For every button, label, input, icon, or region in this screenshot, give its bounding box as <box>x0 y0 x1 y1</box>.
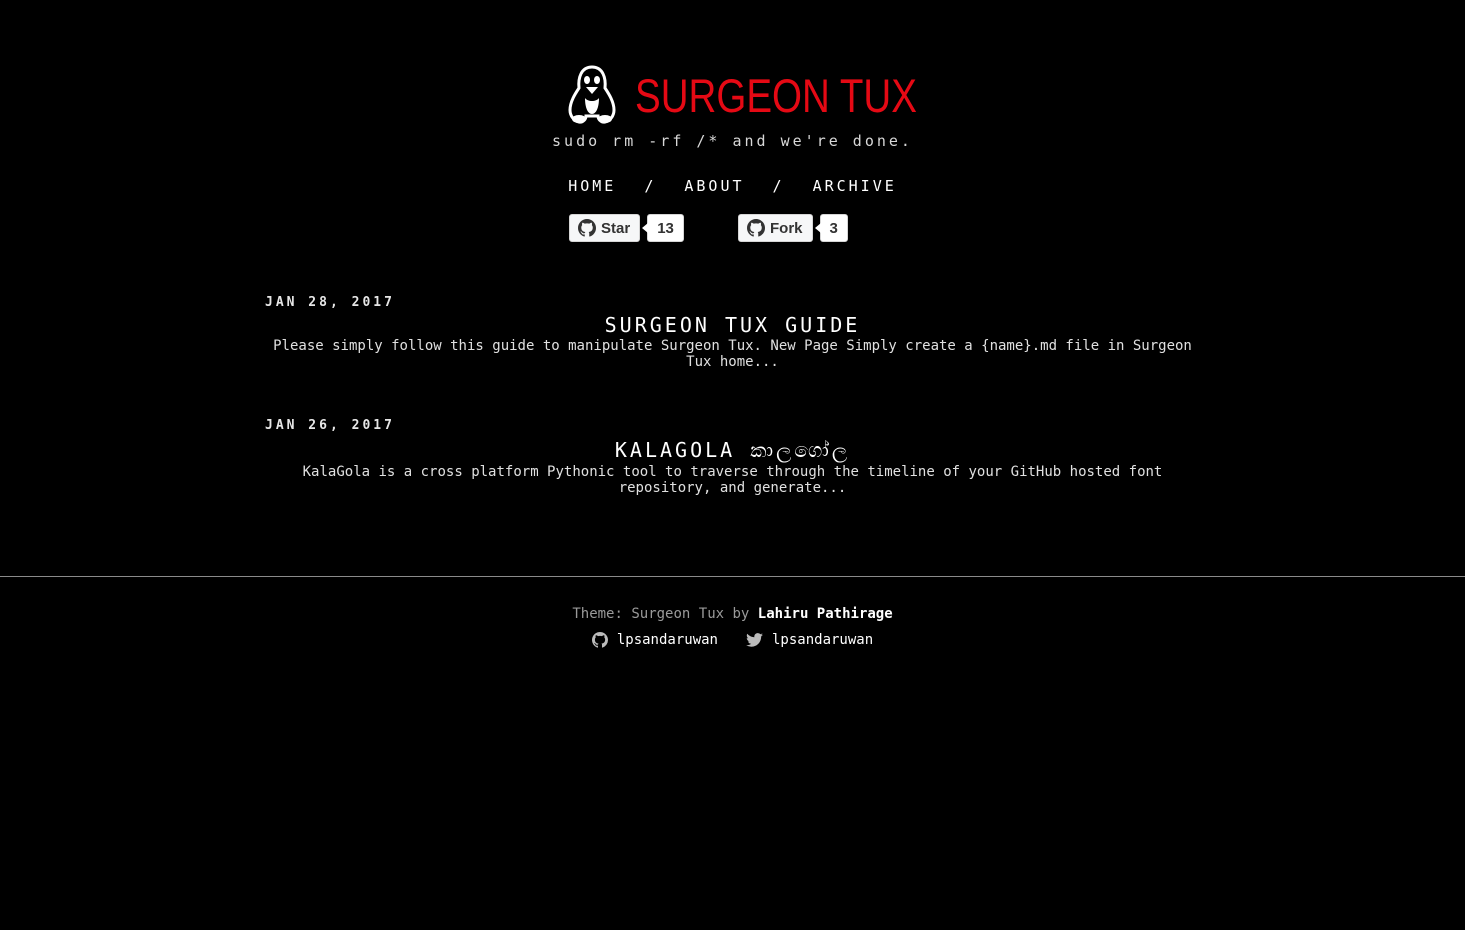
brand-link[interactable]: SURGEON TUX <box>567 64 979 126</box>
post-title-link[interactable]: SURGEON TUX GUIDE <box>605 313 861 337</box>
nav-item-home[interactable]: HOME <box>568 177 616 195</box>
twitter-profile-link[interactable]: lpsandaruwan <box>746 632 873 648</box>
github-star-widget: Star 13 <box>569 213 684 243</box>
post-title: SURGEON TUX GUIDE <box>0 313 1465 337</box>
github-star-button[interactable]: Star <box>569 214 641 242</box>
post-excerpt: Please simply follow this guide to manip… <box>273 338 1192 370</box>
post-title-link[interactable]: KALAGOLA කාලගෝල <box>615 438 850 462</box>
star-count[interactable]: 13 <box>642 214 684 242</box>
nav-separator: / <box>772 177 785 195</box>
twitter-username: lpsandaruwan <box>772 632 874 648</box>
site-tagline: sudo rm -rf /* and we're done. <box>552 132 913 150</box>
tux-penguin-icon <box>567 64 617 126</box>
nav-item-about[interactable]: ABOUT <box>684 177 744 195</box>
fork-label: Fork <box>770 219 803 237</box>
github-profile-link[interactable]: lpsandaruwan <box>591 632 718 648</box>
site-title: SURGEON TUX <box>635 68 917 122</box>
github-icon <box>578 219 596 237</box>
fork-count[interactable]: 3 <box>814 214 848 242</box>
star-label: Star <box>601 219 631 237</box>
nav-item-archive[interactable]: ARCHIVE <box>813 177 897 195</box>
social-links: lpsandaruwan lpsandaruwan <box>0 632 1465 648</box>
post-excerpt: KalaGola is a cross platform Pythonic to… <box>302 464 1163 496</box>
theme-credit-text: Theme: Surgeon Tux by <box>572 606 750 622</box>
github-username: lpsandaruwan <box>616 632 718 648</box>
twitter-icon <box>746 633 763 647</box>
post-date: JAN 26, 2017 <box>265 418 395 433</box>
github-icon <box>591 632 608 648</box>
theme-credit: Theme: Surgeon Tux by Lahiru Pathirage <box>0 606 1465 622</box>
author-link[interactable]: Lahiru Pathirage <box>758 606 893 622</box>
post-date: JAN 28, 2017 <box>265 295 395 310</box>
github-fork-widget: Fork 3 <box>738 213 848 243</box>
main-nav: HOME / ABOUT / ARCHIVE <box>0 177 1465 195</box>
nav-separator: / <box>644 177 657 195</box>
github-icon <box>747 219 765 237</box>
footer-divider <box>0 576 1465 577</box>
github-fork-button[interactable]: Fork <box>738 214 813 242</box>
post-title: KALAGOLA කාලගෝල <box>0 438 1465 462</box>
